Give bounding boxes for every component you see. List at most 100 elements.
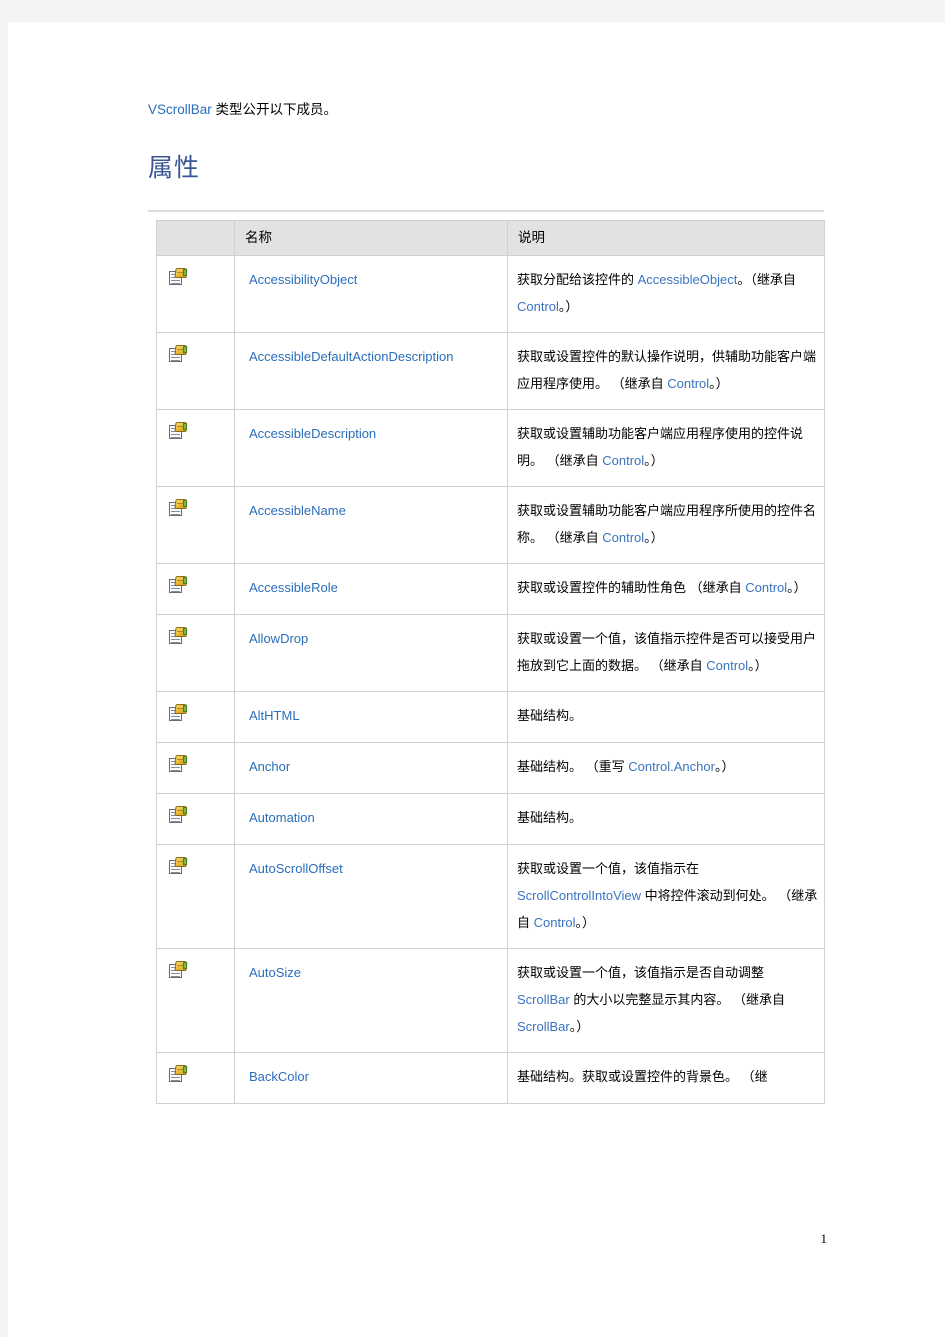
public-property-icon: [169, 627, 188, 644]
member-name-cell: AltHTML: [234, 691, 508, 743]
member-name-cell: AccessibleDescription: [234, 409, 508, 487]
type-name-link[interactable]: VScrollBar: [148, 102, 212, 117]
member-description-cell: 基础结构。 （重写 Control.Anchor。）: [507, 742, 825, 794]
member-name-link[interactable]: AltHTML: [249, 708, 300, 723]
member-description-text: 。）: [748, 658, 768, 673]
member-description-text: 。）: [644, 453, 664, 468]
public-property-icon: [169, 806, 188, 823]
member-description-text: 获取或设置一个值，该值指示在: [517, 861, 700, 876]
document-content: VScrollBar 类型公开以下成员。 属性 名称 说明 Accessibil…: [148, 100, 838, 1104]
member-icon-cell: [156, 486, 235, 564]
page-number: 1: [820, 1231, 828, 1246]
member-name-link[interactable]: AccessibleDefaultActionDescription: [249, 349, 453, 364]
member-description-text: 。）: [714, 759, 735, 774]
type-intro-line: VScrollBar 类型公开以下成员。: [148, 100, 838, 120]
member-name-cell: AccessibleDefaultActionDescription: [234, 332, 508, 410]
member-description-text: 。）: [558, 299, 579, 314]
member-name-cell: AccessibleName: [234, 486, 508, 564]
member-name-link[interactable]: Anchor: [249, 759, 290, 774]
member-description-text: 基础结构。获取或设置控件的背景色。 （继: [517, 1069, 768, 1084]
member-description-text: 获取或设置辅助功能客户端应用程序所使用的控件名称。 （继承自: [517, 503, 817, 545]
table-row: AccessibleName 获取或设置辅助功能客户端应用程序所使用的控件名称。 …: [156, 486, 825, 564]
member-description-text: 获取或设置一个值，该值指示是否自动调整: [517, 965, 765, 980]
member-name-cell: BackColor: [234, 1052, 508, 1104]
column-header-icon: [156, 220, 235, 256]
column-header-name: 名称: [234, 220, 508, 256]
member-description-link[interactable]: Control: [745, 580, 787, 595]
member-description-link[interactable]: Control: [534, 915, 576, 930]
member-name-link[interactable]: AccessibilityObject: [249, 272, 357, 287]
public-property-icon: [169, 576, 188, 593]
table-row: AutoScrollOffset 获取或设置一个值，该值指示在 ScrollCon…: [156, 844, 825, 949]
member-name-cell: AccessibleRole: [234, 563, 508, 615]
member-description-cell: 获取或设置控件的默认操作说明，供辅助功能客户端应用程序使用。 （继承自 Cont…: [507, 332, 825, 410]
member-description-link[interactable]: Control: [602, 453, 644, 468]
member-description-link[interactable]: AccessibleObject: [638, 272, 738, 287]
members-table: 名称 说明 AccessibilityObject 获取分配给该控件的 Acces…: [156, 220, 825, 1104]
member-name-link[interactable]: AccessibleDescription: [249, 426, 376, 441]
public-property-icon: [169, 499, 188, 516]
member-description-text: 基础结构。: [517, 810, 583, 825]
member-name-link[interactable]: AccessibleRole: [249, 580, 338, 595]
member-icon-cell: [156, 409, 235, 487]
member-description-link[interactable]: Control.Anchor: [628, 759, 715, 774]
member-name-link[interactable]: AutoSize: [249, 965, 301, 980]
table-row: AccessibleRole 获取或设置控件的辅助性角色 （继承自 Control…: [156, 563, 825, 615]
member-description-cell: 基础结构。: [507, 691, 825, 743]
public-property-icon: [169, 268, 188, 285]
table-row: AltHTML 基础结构。: [156, 691, 825, 743]
section-divider: [148, 210, 824, 212]
member-description-cell: 获取或设置一个值，该值指示在 ScrollControlIntoView 中将控…: [507, 844, 825, 949]
public-property-icon: [169, 755, 188, 772]
public-property-icon: [169, 345, 188, 362]
member-description-text: 获取或设置控件的辅助性角色 （继承自: [517, 580, 746, 595]
member-description-link[interactable]: Control: [667, 376, 709, 391]
member-description-link[interactable]: Control: [602, 530, 644, 545]
member-icon-cell: [156, 691, 235, 743]
public-property-icon: [169, 857, 188, 874]
member-description-link[interactable]: ScrollBar: [517, 992, 570, 1007]
member-description-link[interactable]: ScrollBar: [517, 1019, 570, 1034]
member-description-link[interactable]: Control: [706, 658, 748, 673]
table-row: AccessibleDefaultActionDescription 获取或设置控…: [156, 332, 825, 410]
document-page: VScrollBar 类型公开以下成员。 属性 名称 说明 Accessibil…: [8, 22, 945, 1337]
member-icon-cell: [156, 255, 235, 333]
member-description-link[interactable]: ScrollControlIntoView: [517, 888, 641, 903]
member-icon-cell: [156, 614, 235, 692]
member-description-cell: 获取或设置辅助功能客户端应用程序所使用的控件名称。 （继承自 Control。）: [507, 486, 825, 564]
table-row: AccessibilityObject 获取分配给该控件的 AccessibleO…: [156, 255, 825, 333]
member-icon-cell: [156, 948, 235, 1053]
member-description-cell: 获取或设置一个值，该值指示是否自动调整 ScrollBar 的大小以完整显示其内…: [507, 948, 825, 1053]
member-name-link[interactable]: BackColor: [249, 1069, 309, 1084]
member-description-link[interactable]: Control: [517, 299, 559, 314]
member-icon-cell: [156, 332, 235, 410]
member-name-cell: AutoScrollOffset: [234, 844, 508, 949]
table-row: Anchor 基础结构。 （重写 Control.Anchor。）: [156, 742, 825, 794]
member-description-cell: 基础结构。获取或设置控件的背景色。 （继: [507, 1052, 825, 1104]
member-name-link[interactable]: AccessibleName: [249, 503, 346, 518]
public-property-icon: [169, 422, 188, 439]
member-description-text: 获取或设置一个值，该值指示控件是否可以接受用户拖放到它上面的数据。 （继承自: [517, 631, 817, 673]
member-icon-cell: [156, 742, 235, 794]
member-description-cell: 获取或设置一个值，该值指示控件是否可以接受用户拖放到它上面的数据。 （继承自 C…: [507, 614, 825, 692]
member-description-text: 的大小以完整显示其内容。 （继承自: [569, 992, 785, 1007]
section-heading-properties: 属性: [148, 155, 201, 182]
member-description-text: 。）: [575, 915, 596, 930]
member-name-cell: AccessibilityObject: [234, 255, 508, 333]
member-icon-cell: [156, 563, 235, 615]
public-property-icon: [169, 961, 188, 978]
member-name-cell: Anchor: [234, 742, 508, 794]
member-description-text: 。（继承自: [737, 272, 796, 287]
member-name-link[interactable]: Automation: [249, 810, 315, 825]
member-description-cell: 基础结构。: [507, 793, 825, 845]
member-description-text: 。）: [644, 530, 664, 545]
member-description-cell: 获取或设置控件的辅助性角色 （继承自 Control。）: [507, 563, 825, 615]
member-description-text: 。）: [709, 376, 729, 391]
public-property-icon: [169, 1065, 188, 1082]
member-name-link[interactable]: AllowDrop: [249, 631, 308, 646]
member-icon-cell: [156, 844, 235, 949]
column-header-description: 说明: [507, 220, 825, 256]
member-name-link[interactable]: AutoScrollOffset: [249, 861, 343, 876]
member-name-cell: Automation: [234, 793, 508, 845]
member-description-cell: 获取或设置辅助功能客户端应用程序使用的控件说明。 （继承自 Control。）: [507, 409, 825, 487]
